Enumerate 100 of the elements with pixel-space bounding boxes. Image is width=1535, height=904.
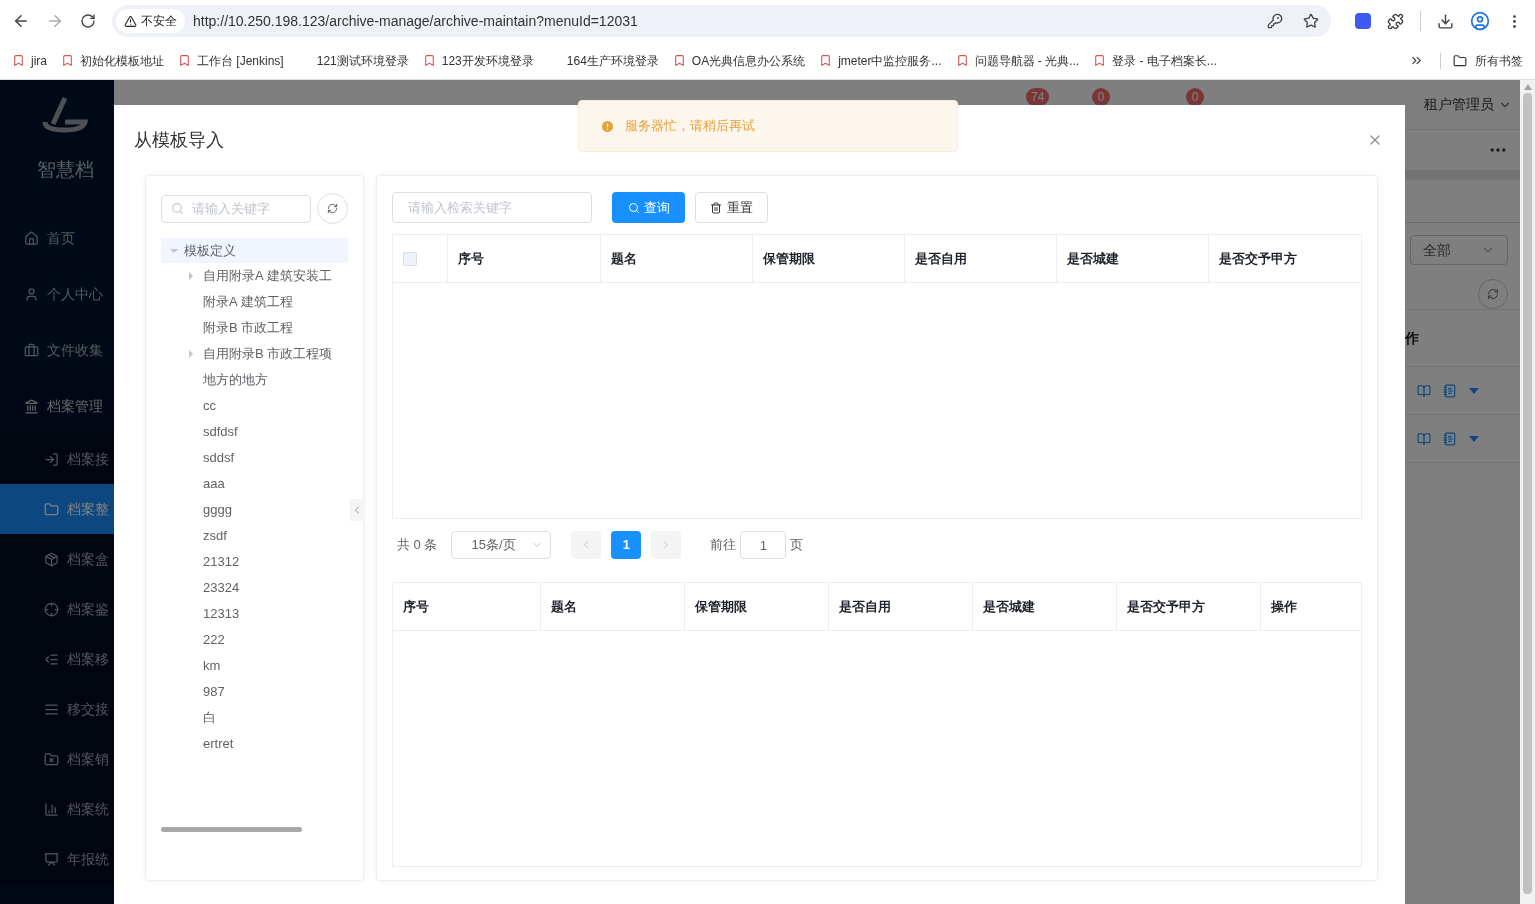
goto-label: 前往 (710, 536, 737, 555)
book-icon[interactable] (1417, 383, 1431, 398)
tree-node[interactable]: cc (161, 393, 348, 419)
collapse-button[interactable] (350, 499, 364, 521)
extension-icon[interactable] (1355, 13, 1371, 29)
back-icon[interactable] (12, 12, 30, 30)
column-header: 序号 (403, 597, 429, 616)
folder-icon (1453, 53, 1467, 68)
forward-icon[interactable] (46, 12, 64, 30)
puzzle-icon[interactable] (1387, 12, 1404, 30)
bookmark[interactable]: 初始化模板地址 (61, 51, 164, 70)
dropdown-caret-icon[interactable] (1469, 435, 1479, 442)
column-header: 操作 (1271, 597, 1297, 616)
column-header: 保管期限 (763, 249, 815, 268)
tree-node[interactable]: 222 (161, 627, 348, 653)
key-icon[interactable] (1267, 13, 1283, 29)
security-chip[interactable]: 不安全 (116, 9, 185, 33)
scrollbar-thumb[interactable] (161, 827, 302, 832)
tree-node[interactable]: 12313 (161, 601, 348, 627)
url-text[interactable]: http://10.250.198.123/archive-manage/archive-maintain?menuId=12031 (193, 10, 1259, 32)
trash-icon (710, 201, 722, 214)
tree-node[interactable]: km (161, 653, 348, 679)
filter-select[interactable]: 全部 (1410, 235, 1508, 265)
column-header: 是否自用 (915, 249, 967, 268)
column-header: 序号 (458, 249, 484, 268)
bookmark[interactable]: jmeter中监控服务... (819, 51, 942, 70)
dialog-title: 从模板导入 (134, 128, 224, 152)
keyword-field[interactable]: 请输入关键字 (161, 194, 311, 223)
tree-node[interactable]: 地方的地方 (161, 367, 348, 393)
column-header: 是否交予甲方 (1127, 597, 1205, 616)
bookmark-icon (61, 54, 74, 67)
menu-item-icon (44, 651, 59, 667)
bookmark[interactable]: 工作台 [Jenkins] (178, 51, 284, 70)
column-header: 是否交予甲方 (1219, 249, 1297, 268)
bookmark-icon (1093, 54, 1107, 67)
tree-node[interactable]: 模板定义 (161, 238, 348, 263)
menu-item-icon (44, 451, 59, 467)
dropdown-caret-icon[interactable] (1469, 387, 1479, 394)
bookmark-icon (955, 54, 969, 67)
caret-icon[interactable] (187, 350, 195, 358)
refresh-icon (1487, 288, 1499, 300)
tree-node[interactable]: gggg (161, 497, 348, 523)
tree-node[interactable]: 白 (161, 705, 348, 731)
tree-node[interactable]: 附录A 建筑工程 (161, 289, 348, 315)
warning-icon (124, 14, 137, 28)
menu-item-icon (44, 851, 59, 867)
column-header: 是否城建 (1067, 249, 1119, 268)
address-bar[interactable]: 不安全 http://10.250.198.123/archive-manage/archive-maintain?menuId=12031 (112, 5, 1331, 37)
book-icon[interactable] (1417, 431, 1431, 446)
brand-name: 智慧档 (36, 158, 94, 182)
bookmark-icon (178, 54, 191, 67)
bookmark[interactable]: 123开发环境登录 (422, 51, 534, 70)
scroll-up-icon[interactable] (1523, 84, 1532, 90)
scrollbar-thumb[interactable] (1523, 93, 1532, 894)
menu-item-icon (24, 398, 39, 414)
tree-node[interactable]: 附录B 市政工程 (161, 315, 348, 341)
tree-node[interactable]: 自用附录A 建筑安装工 (161, 263, 348, 289)
reload-icon[interactable] (80, 13, 96, 29)
tree-node[interactable]: aaa (161, 471, 348, 497)
column-header: 是否城建 (983, 597, 1035, 616)
reset-button[interactable]: 重置 (695, 192, 768, 223)
notebook-icon[interactable] (1443, 431, 1457, 446)
total-count: 共 0 条 (397, 536, 438, 555)
refresh-icon (327, 203, 338, 214)
menu-item-icon (44, 751, 59, 767)
tree-node[interactable]: 自用附录B 市政工程项 (161, 341, 348, 367)
tree-node[interactable]: sdfdsf (161, 419, 348, 445)
bookmark-icon (422, 54, 436, 67)
bookmark[interactable]: OA光典信息办公系统 (672, 51, 806, 70)
bookmark[interactable]: 121测试环境登录 (297, 51, 409, 70)
menu-item-icon (44, 701, 59, 717)
tree-node[interactable]: zsdf (161, 523, 348, 549)
tree-node[interactable]: 23324 (161, 575, 348, 601)
menu-item-icon (24, 342, 39, 358)
column-header: 题名 (551, 597, 577, 616)
checkbox[interactable] (403, 251, 417, 266)
bookmark[interactable]: 问题导航器 - 光典... (955, 51, 1080, 70)
bookmark-icon (12, 54, 25, 67)
column-header: 作 (1405, 328, 1419, 348)
tree-node[interactable]: ertret (161, 731, 348, 757)
bookmark[interactable]: 164生产环境登录 (547, 51, 659, 70)
menu-item-icon (24, 286, 39, 302)
tree-node[interactable]: sddsf (161, 445, 348, 471)
tree-node[interactable]: 21312 (161, 549, 348, 575)
tree-node[interactable]: 987 (161, 679, 348, 705)
caret-icon[interactable] (170, 246, 178, 255)
caret-icon[interactable] (187, 272, 195, 280)
download-icon[interactable] (1437, 12, 1454, 30)
all-bookmarks[interactable]: 所有书签 (1453, 51, 1523, 70)
profile-icon[interactable] (1470, 11, 1490, 31)
bookmark[interactable]: jira (12, 51, 47, 70)
search-field[interactable]: 请输入检索关键字 (392, 192, 592, 223)
toast-message: 服务器忙，请稍后再试 (625, 117, 755, 136)
page-input[interactable]: 1 (740, 531, 787, 559)
menu-item-icon (44, 801, 59, 817)
star-icon[interactable] (1303, 13, 1319, 29)
page-size-select[interactable]: 15条/页 (451, 531, 552, 559)
notebook-icon[interactable] (1443, 383, 1457, 398)
bookmark[interactable]: 登录 - 电子档案长... (1093, 51, 1217, 70)
user-name[interactable]: 租户管理员 (1424, 94, 1494, 115)
